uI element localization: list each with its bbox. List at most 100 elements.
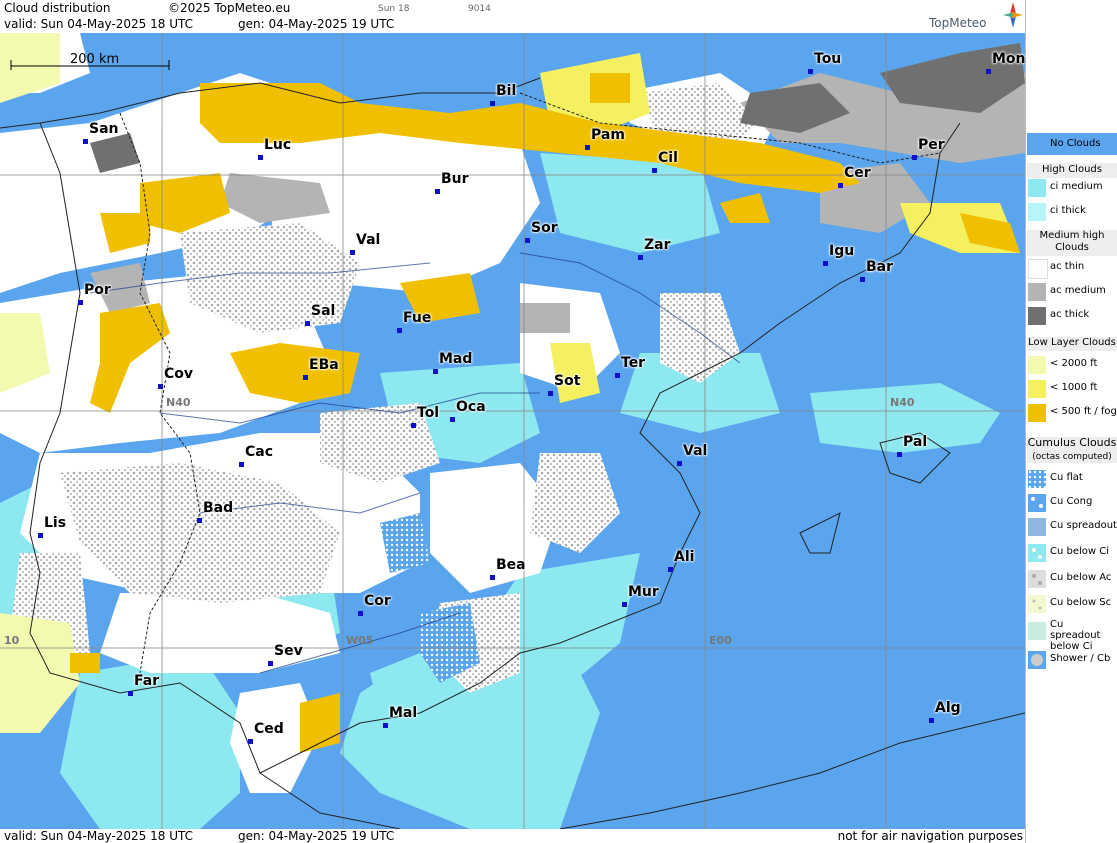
- city-label: Val: [356, 232, 381, 248]
- city-label: Bil: [496, 83, 517, 99]
- city-label: Bad: [203, 500, 234, 516]
- city-label: Mon: [992, 51, 1025, 67]
- city-label: Mad: [439, 351, 473, 367]
- legend-cu-below-ac: Cu below Ac: [1027, 569, 1117, 591]
- valid-time: valid: Sun 04-May-2025 18 UTC: [4, 17, 193, 31]
- city-dot: [838, 183, 843, 188]
- legend-cu-below-sc: Cu below Sc: [1027, 594, 1117, 616]
- city-dot: [808, 69, 813, 74]
- city-dot: [78, 300, 83, 305]
- city-label: Alg: [935, 700, 961, 716]
- legend-ac-thin: ac thin: [1027, 258, 1117, 280]
- city-label: Por: [84, 282, 111, 298]
- legend-ac-medium: ac medium: [1027, 282, 1117, 304]
- city-dot: [258, 155, 263, 160]
- city-dot: [677, 461, 682, 466]
- city-dot: [860, 277, 865, 282]
- city-dot: [490, 101, 495, 106]
- city-label: Mur: [628, 584, 659, 600]
- legend-octas-note: (octas computed): [1027, 451, 1117, 463]
- city-label: Cov: [164, 366, 194, 382]
- city-dot: [548, 391, 553, 396]
- city-dot: [83, 139, 88, 144]
- city-label: Oca: [456, 399, 486, 415]
- city-dot: [823, 261, 828, 266]
- city-label: Cil: [658, 150, 678, 166]
- city-dot: [622, 602, 627, 607]
- cloud-map: N40 N40 W05 E00 10 200 km San Luc Bil Pam Ci…: [0, 33, 1025, 829]
- city-label: Ali: [674, 549, 695, 565]
- map-footer: valid: Sun 04-May-2025 18 UTC gen: 04-Ma…: [0, 829, 1025, 843]
- city-dot: [638, 255, 643, 260]
- city-label: Mal: [389, 705, 418, 721]
- legend-low-1000: < 1000 ft: [1027, 379, 1117, 401]
- city-label: Pam: [591, 127, 625, 143]
- city-dot: [490, 575, 495, 580]
- legend-cu-flat: Cu flat: [1027, 469, 1117, 491]
- legend-low-2000: < 2000 ft: [1027, 355, 1117, 377]
- city-label: Far: [134, 673, 160, 689]
- city-dot: [350, 250, 355, 255]
- city-dot: [912, 155, 917, 160]
- footer-generated-time: gen: 04-May-2025 19 UTC: [238, 829, 395, 843]
- grid-label-e00: E00: [709, 634, 732, 647]
- city-label: Igu: [829, 243, 855, 259]
- city-dot: [585, 145, 590, 150]
- city-dot: [615, 373, 620, 378]
- city-dot: [897, 452, 902, 457]
- city-label: Sot: [554, 373, 581, 389]
- city-label: Sal: [311, 303, 336, 319]
- city-dot: [411, 423, 416, 428]
- legend-shower: Shower / Cb: [1027, 650, 1117, 672]
- topmeteo-logo: TopMeteo: [929, 2, 1023, 32]
- legend-cu-spreadout-below-ci: Cu spreadout below Ci: [1027, 619, 1117, 652]
- grid-label-n40-right: N40: [890, 396, 915, 409]
- city-dot: [268, 661, 273, 666]
- copyright: ©2025 TopMeteo.eu: [168, 1, 291, 15]
- city-label: Bur: [441, 171, 469, 187]
- city-label: Sor: [531, 220, 558, 236]
- city-label: Cac: [245, 444, 274, 460]
- legend-high-clouds-heading: High Clouds: [1027, 163, 1117, 178]
- city-label: Lis: [44, 515, 67, 531]
- city-label: Sev: [274, 643, 303, 659]
- city-label: Fue: [403, 310, 432, 326]
- city-dot: [239, 462, 244, 467]
- legend-ac-thick: ac thick: [1027, 306, 1117, 328]
- city-label: Per: [918, 137, 945, 153]
- city-dot: [248, 739, 253, 744]
- city-dot: [305, 321, 310, 326]
- city-dot: [397, 328, 402, 333]
- city-label: Tol: [417, 405, 440, 421]
- city-dot: [358, 611, 363, 616]
- city-dot: [303, 375, 308, 380]
- city-dot: [128, 691, 133, 696]
- code: 9014: [468, 4, 491, 14]
- legend-ci-medium: ci medium: [1027, 178, 1117, 200]
- city-dot: [158, 384, 163, 389]
- grid-label-n40-left: N40: [166, 396, 191, 409]
- city-label: Bea: [496, 557, 526, 573]
- legend-cu-cong: Cu Cong: [1027, 493, 1117, 515]
- compass-icon: [1003, 2, 1023, 28]
- city-dot: [450, 417, 455, 422]
- city-dot: [525, 238, 530, 243]
- city-label: Cor: [364, 593, 391, 609]
- city-label: EBa: [309, 357, 339, 373]
- legend-cu-spreadout: Cu spreadout: [1027, 517, 1117, 539]
- legend-medium-high-heading: Medium high Clouds: [1027, 230, 1117, 256]
- city-label: Pal: [903, 434, 928, 450]
- city-dot: [197, 518, 202, 523]
- city-dot: [435, 189, 440, 194]
- city-label: Ter: [621, 355, 646, 371]
- map-layer: [0, 33, 1025, 829]
- map-header: Cloud distribution ©2025 TopMeteo.eu Sun…: [0, 0, 1025, 33]
- city-dot: [383, 723, 388, 728]
- footer-valid-time: valid: Sun 04-May-2025 18 UTC: [4, 829, 193, 843]
- city-label: Bar: [866, 259, 894, 275]
- city-label: San: [89, 121, 119, 137]
- legend-cu-below-ci: Cu below Ci: [1027, 543, 1117, 565]
- city-dot: [668, 567, 673, 572]
- legend-low-layer-heading: Low Layer Clouds: [1027, 337, 1117, 351]
- city-dot: [38, 533, 43, 538]
